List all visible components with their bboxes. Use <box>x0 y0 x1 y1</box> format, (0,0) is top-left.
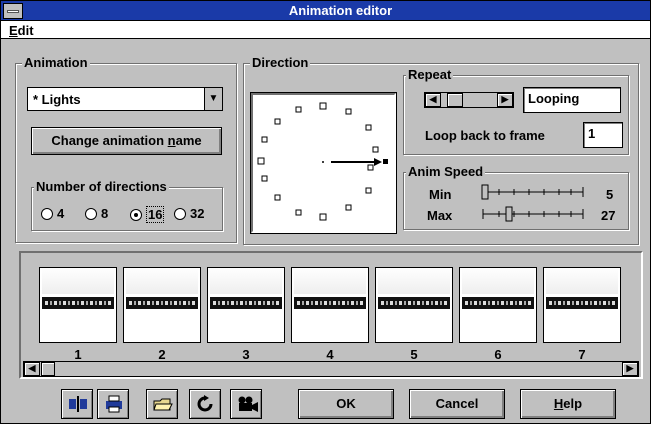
anim-speed-legend: Anim Speed <box>406 164 486 179</box>
speed-max-slider[interactable] <box>479 205 587 223</box>
directions-legend: Number of directions <box>34 179 169 194</box>
frame-number: 4 <box>326 347 334 362</box>
radio-dot <box>41 207 53 220</box>
slider-thumb-icon <box>481 184 489 200</box>
print-button[interactable] <box>97 389 129 419</box>
rotate-button[interactable] <box>189 389 221 419</box>
mirror-icon <box>69 396 87 412</box>
animation-select-value: * Lights <box>33 92 81 107</box>
frame-number: 1 <box>74 347 82 362</box>
lights-sprite <box>126 297 198 309</box>
radio-dot <box>174 207 186 220</box>
camera-icon <box>238 396 258 412</box>
window-title: Animation editor <box>288 3 393 18</box>
system-menu-button[interactable] <box>3 3 23 19</box>
animation-legend: Animation <box>22 55 90 70</box>
speed-max-label: Max <box>427 208 453 223</box>
rotate-icon <box>197 395 213 412</box>
frame-number: 2 <box>158 347 166 362</box>
mirror-button[interactable] <box>61 389 93 419</box>
direction-radio-8[interactable]: 8 <box>85 206 108 221</box>
frame-number: 7 <box>578 347 586 362</box>
repeat-legend: Repeat <box>406 67 454 82</box>
animation-editor-window: Animation editor Edit Animation * Lights… <box>0 0 651 424</box>
record-button[interactable] <box>230 389 262 419</box>
system-menu-icon <box>7 10 19 13</box>
lights-sprite <box>378 297 450 309</box>
slider-thumb-icon <box>505 206 513 222</box>
frame-number: 3 <box>242 347 250 362</box>
frames-scrollbar[interactable]: ◀ ▶ <box>23 361 639 377</box>
frame-thumbnail[interactable] <box>543 267 621 343</box>
print-icon <box>106 395 122 413</box>
scroll-left-icon[interactable]: ◀ <box>24 362 40 376</box>
scroll-right-icon[interactable]: ▶ <box>497 93 513 107</box>
speed-min-slider[interactable] <box>479 183 587 201</box>
radio-dot-selected <box>130 208 142 221</box>
frame-thumbnail[interactable] <box>375 267 453 343</box>
speed-min-value: 5 <box>606 187 614 202</box>
frame-thumbnail[interactable] <box>459 267 537 343</box>
direction-dial[interactable] <box>250 92 397 234</box>
frame-number: 6 <box>494 347 502 362</box>
animation-select[interactable]: * Lights ▼ <box>27 87 223 111</box>
title-bar[interactable]: Animation editor <box>1 1 650 21</box>
loop-back-frame-field[interactable]: 1 <box>583 122 623 148</box>
lights-sprite <box>294 297 366 309</box>
open-folder-icon <box>153 398 173 411</box>
dropdown-arrow-icon[interactable]: ▼ <box>204 88 222 110</box>
direction-radio-4[interactable]: 4 <box>41 206 64 221</box>
direction-radio-16[interactable]: 16 <box>130 206 165 223</box>
direction-legend: Direction <box>250 55 311 70</box>
speed-max-value: 27 <box>601 208 616 223</box>
frame-number: 5 <box>410 347 418 362</box>
frame-thumbnail[interactable] <box>39 267 117 343</box>
frame-thumbnail[interactable] <box>291 267 369 343</box>
lights-sprite <box>210 297 282 309</box>
lights-sprite <box>42 297 114 309</box>
help-button[interactable]: Help <box>520 389 616 419</box>
repeat-mode-scrollbar[interactable]: ◀ ▶ <box>424 92 514 108</box>
speed-min-label: Min <box>429 187 452 202</box>
frame-thumbnail[interactable] <box>207 267 285 343</box>
repeat-mode-field[interactable]: Looping <box>523 87 621 113</box>
cancel-button[interactable]: Cancel <box>409 389 505 419</box>
radio-dot <box>85 207 97 220</box>
scroll-left-icon[interactable]: ◀ <box>425 93 441 107</box>
direction-dial-graphic <box>257 102 388 221</box>
lights-sprite <box>546 297 618 309</box>
menu-bar: Edit <box>1 21 650 39</box>
open-button[interactable] <box>146 389 178 419</box>
menu-edit[interactable]: Edit <box>9 23 34 38</box>
frame-thumbnail[interactable] <box>123 267 201 343</box>
scroll-thumb[interactable] <box>41 362 55 376</box>
scroll-thumb[interactable] <box>447 93 463 107</box>
ok-button[interactable]: OK <box>298 389 394 419</box>
direction-radio-32[interactable]: 32 <box>174 206 204 221</box>
frames-panel: 1 2 3 4 5 6 7 ◀ ▶ <box>19 251 643 379</box>
scroll-right-icon[interactable]: ▶ <box>622 362 638 376</box>
loop-back-label: Loop back to frame <box>425 128 545 143</box>
lights-sprite <box>462 297 534 309</box>
change-animation-name-button[interactable]: Change animation name <box>31 127 222 155</box>
